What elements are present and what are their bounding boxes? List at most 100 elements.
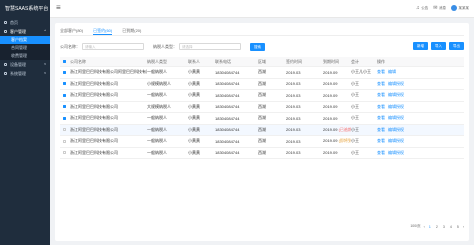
page-4[interactable]: 4 [449, 225, 453, 229]
mail-icon: ✉ [433, 4, 438, 11]
edit-link[interactable]: 编辑授权 [388, 104, 404, 109]
edit-link[interactable]: 编辑授权 [388, 115, 404, 120]
message-label: 消息 [439, 5, 446, 10]
next-page-icon[interactable]: › [463, 225, 464, 229]
edit-link[interactable]: 编辑授权 [388, 92, 404, 97]
cell-accountant: 小王 [351, 138, 359, 144]
add-button[interactable]: 新增 [413, 42, 428, 50]
cell-expire: 2019.09 [323, 104, 338, 110]
column-header: 联系电话 [215, 58, 231, 64]
page-3[interactable]: 3 [442, 225, 446, 229]
column-header: 会计 [351, 58, 359, 64]
row-checkbox[interactable] [63, 151, 66, 155]
view-link[interactable]: 查看 [377, 150, 385, 155]
view-link[interactable]: 查看 [377, 115, 385, 120]
cell-company: 浙江阿里巴巴科技有限公司 [70, 103, 118, 109]
cell-sign: 2019.03 [286, 115, 301, 121]
tax-type-select[interactable]: 请选择 [179, 43, 241, 50]
notice-button[interactable]: ♫ 公告 [416, 5, 428, 11]
page-5[interactable]: 5 [456, 225, 460, 229]
page-1[interactable]: 1 [428, 225, 432, 229]
sidebar-item-label: 客户管理 [10, 29, 26, 34]
cell-contact: 小黄黄 [188, 69, 200, 75]
cell-accountant: 小王 [351, 149, 359, 155]
cell-sign: 2019.03 [286, 138, 301, 144]
cell-sign: 2019.03 [286, 150, 301, 156]
table-row: 浙江阿里巴巴科技有限公司 一般纳税人 小黄黄 18304084744 西湖 2019.03… [60, 136, 464, 148]
cell-expire: 2019.09 [323, 81, 338, 87]
row-checkbox[interactable] [63, 116, 66, 120]
action-bar: 新增 导入 导出 [413, 42, 464, 50]
sidebar-subitem-contracts[interactable]: 合同管理 [0, 44, 50, 52]
cell-accountant: 小王 [351, 115, 359, 121]
row-checkbox[interactable] [63, 128, 66, 132]
prev-page-icon[interactable]: ‹ [424, 225, 425, 229]
sidebar-item-customer[interactable]: 客户管理 ^ [0, 27, 50, 36]
menu-collapse-icon[interactable]: ≡ [56, 4, 61, 12]
row-checkbox[interactable] [63, 82, 66, 86]
expire-date: 2019.09 [323, 126, 338, 132]
row-checkbox[interactable] [63, 70, 66, 74]
column-header: 到期时间 [323, 58, 339, 64]
cell-sign: 2019.03 [286, 92, 301, 98]
cell-contact: 小黄黄 [188, 138, 200, 144]
edit-link[interactable]: 编辑授权 [388, 138, 404, 143]
expire-date: 2019.09 [323, 138, 338, 144]
select-all-checkbox[interactable] [63, 60, 66, 63]
sidebar-item-system[interactable]: 系统管理 v [0, 69, 50, 78]
page-size[interactable]: 100/页 [410, 224, 420, 229]
row-checkbox[interactable] [63, 93, 66, 97]
view-link[interactable]: 查看 [377, 92, 385, 97]
cell-sign: 2019.03 [286, 69, 301, 75]
sidebar-subitem-customer-files[interactable]: 客户档案 [0, 36, 50, 44]
row-checkbox[interactable] [63, 139, 66, 143]
view-link[interactable]: 查看 [377, 138, 385, 143]
chevron-up-icon: ^ [44, 29, 46, 33]
sidebar: 智慧SAAS系统平台 首页 客户管理 ^ 客户档案 合同管理 收费管理 设备管理 v… [0, 0, 50, 245]
tab-expired[interactable]: 已到期(20) [122, 27, 141, 35]
main-panel: 全部客户(80) 已签约(60) 已到期(20) 公司名称： 请输入 纳税人类型… [55, 23, 469, 241]
row-checkbox[interactable] [63, 105, 66, 109]
cell-company: 浙江阿里巴巴科技有限公司 [70, 92, 118, 98]
edit-link[interactable]: 编辑 [388, 69, 396, 74]
search-button[interactable]: 搜索 [250, 42, 265, 51]
cell-tax: 小规模纳税人 [147, 80, 171, 86]
cell-company: 浙江阿里巴巴科技有限公司 [70, 149, 118, 155]
user-icon [4, 30, 7, 33]
message-button[interactable]: ✉ 消息 [433, 4, 446, 11]
edit-link[interactable]: 编辑授权 [388, 81, 404, 86]
view-link[interactable]: 查看 [377, 104, 385, 109]
view-link[interactable]: 查看 [377, 127, 385, 132]
row-actions: 查看 编辑授权 [377, 104, 415, 110]
gear-icon [4, 72, 7, 75]
import-button[interactable]: 导入 [431, 42, 446, 50]
row-actions: 查看 编辑授权 [377, 150, 415, 156]
filter-bar: 公司名称： 请输入 纳税人类型： 请选择 搜索 [60, 42, 464, 51]
edit-link[interactable]: 编辑授权 [388, 150, 404, 155]
cell-contact: 小黄黄 [188, 149, 200, 155]
view-link[interactable]: 查看 [377, 81, 385, 86]
tab-signed[interactable]: 已签约(60) [93, 27, 113, 35]
sidebar-subitem-fees[interactable]: 收费管理 [0, 52, 50, 60]
view-link[interactable]: 查看 [377, 69, 385, 74]
table-row: 浙江阿里巴巴科技有限公司 小规模纳税人 小黄黄 18304084744 西湖 2019.0… [60, 79, 464, 90]
user-menu[interactable]: 某某某 [451, 5, 469, 11]
table-row: 浙江阿里巴巴科技有限公司 一般纳税人 小黄黄 18304084744 西湖 2019.03… [60, 124, 464, 136]
row-actions: 查看 编辑授权 [377, 115, 415, 121]
app-title: 智慧SAAS系统平台 [5, 6, 49, 12]
topbar: ≡ ♫ 公告 ✉ 消息 某某某 [50, 0, 474, 18]
sidebar-item-home[interactable]: 首页 [0, 18, 50, 27]
cell-tax: 一般纳税人 [147, 69, 167, 75]
export-button[interactable]: 导出 [449, 42, 464, 50]
table-body: 浙江阿里巴巴科技有限公司阿里巴巴科技有限公司一般纳税人小黄黄1830408474… [60, 67, 464, 159]
tab-all-customers[interactable]: 全部客户(80) [60, 27, 83, 35]
cell-sign: 2019.03 [286, 104, 301, 110]
page-2[interactable]: 2 [435, 225, 439, 229]
company-input[interactable]: 请输入 [82, 43, 144, 50]
cell-phone: 18304084744 [215, 104, 240, 110]
cell-region: 西湖 [258, 69, 266, 75]
cell-phone: 18304084744 [215, 69, 240, 75]
sidebar-item-devices[interactable]: 设备管理 v [0, 60, 50, 69]
edit-link[interactable]: 编辑授权 [388, 127, 404, 132]
cell-expire: 2019.09 [323, 150, 338, 156]
